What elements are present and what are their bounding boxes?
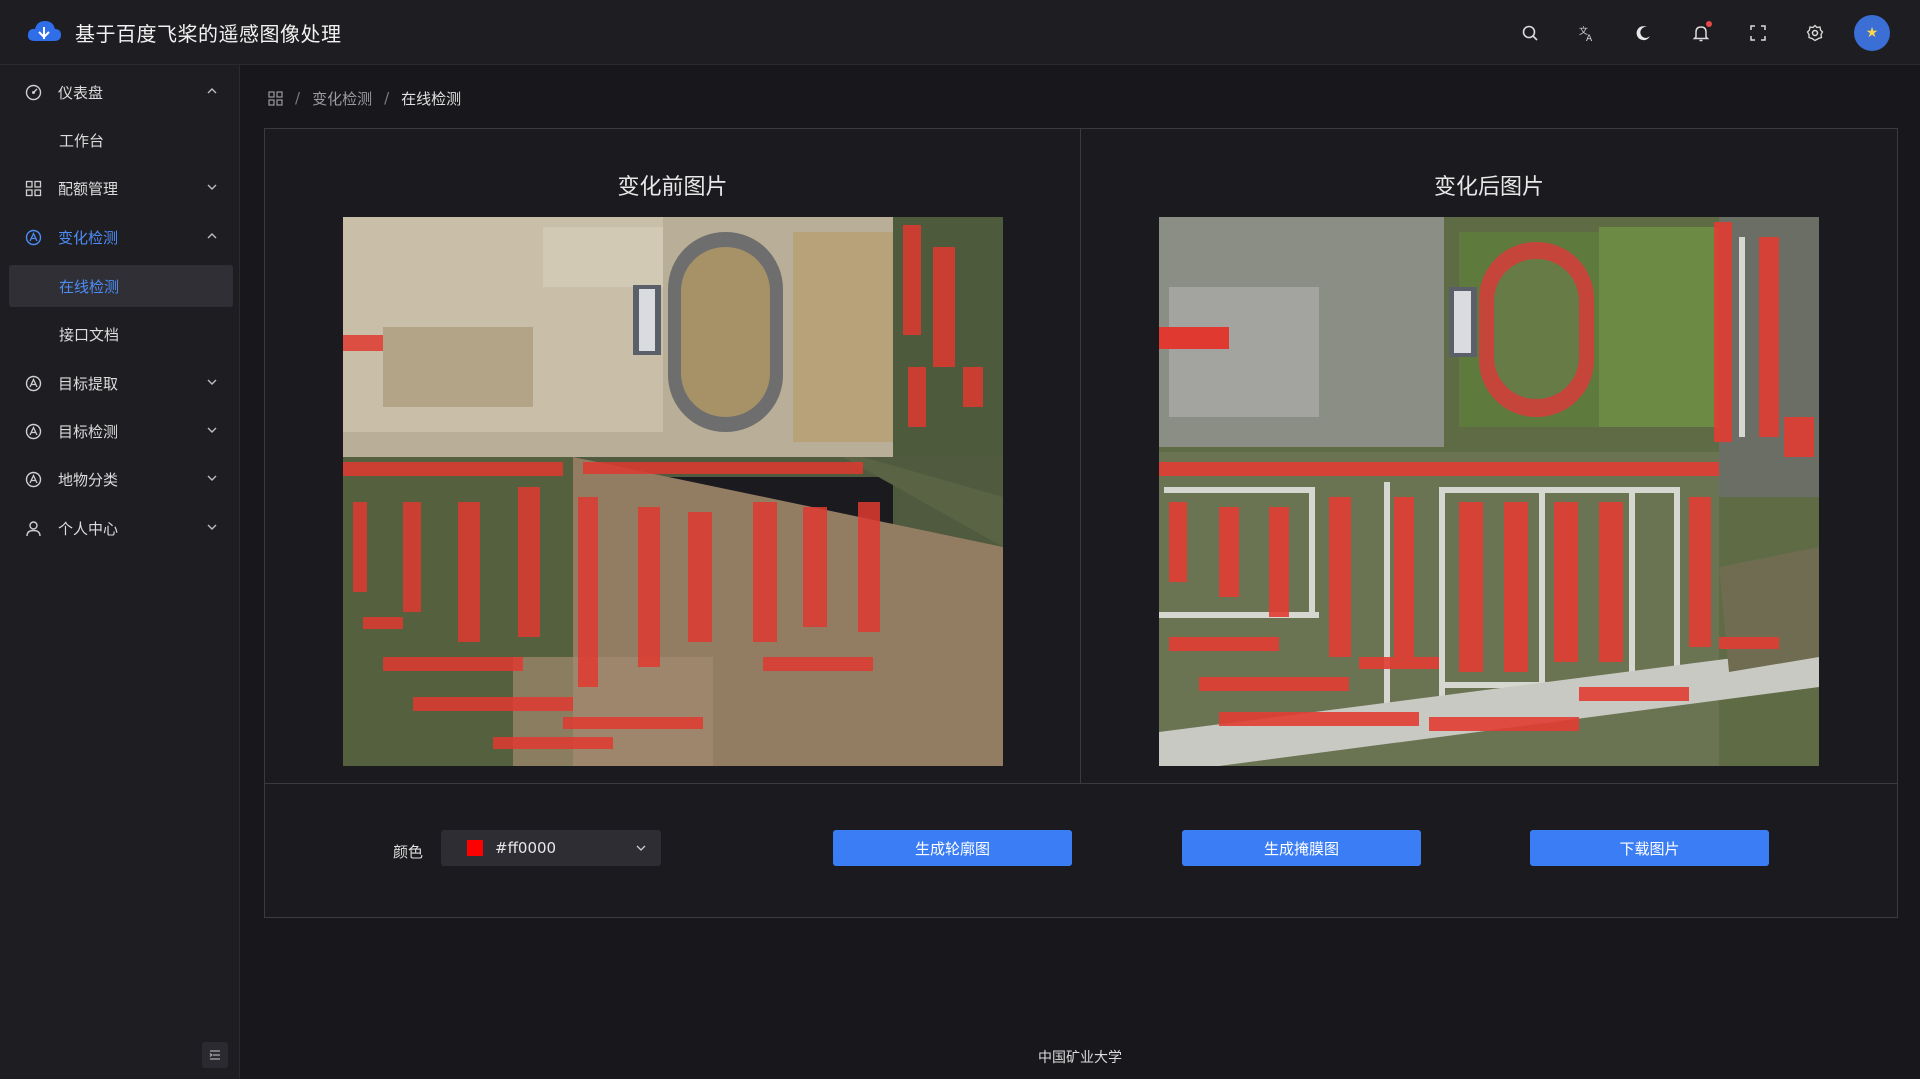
sidebar-item-label: 仪表盘 <box>58 83 104 102</box>
notification-badge <box>1706 20 1712 27</box>
sidebar-item-change-detection[interactable]: 变化检测 <box>9 216 233 258</box>
breadcrumb-item-current: 在线检测 <box>401 89 462 108</box>
header-toolbar: 文A ★ <box>1491 0 1890 65</box>
sidebar-item-label: 工作台 <box>59 131 105 150</box>
target-extract-icon <box>23 373 43 393</box>
controls-bar: 颜色 #ff0000 生成轮廓图 生成掩膜图 下载图片 <box>265 783 1897 917</box>
notification-button[interactable] <box>1683 15 1719 51</box>
chevron-down-icon <box>207 379 217 385</box>
sidebar-item-workbench[interactable]: 工作台 <box>9 119 233 161</box>
cloud-logo-icon <box>27 21 61 41</box>
color-picker-select[interactable]: #ff0000 <box>441 830 661 866</box>
chevron-down-icon <box>636 845 646 851</box>
color-value: #ff0000 <box>495 839 557 857</box>
fullscreen-button[interactable] <box>1740 15 1776 51</box>
sidebar-item-label: 接口文档 <box>59 325 120 344</box>
after-aerial-image <box>1159 217 1819 766</box>
before-image-title: 变化前图片 <box>617 175 728 200</box>
chevron-down-icon <box>207 184 217 190</box>
breadcrumb: / 变化检测 / 在线检测 <box>268 86 461 110</box>
after-image-title: 变化后图片 <box>1433 175 1544 200</box>
sidebar-item-label: 配额管理 <box>58 179 119 198</box>
dark-mode-icon <box>1636 25 1650 40</box>
chevron-down-icon <box>207 427 217 433</box>
target-detect-icon <box>23 421 43 441</box>
download-image-button[interactable]: 下载图片 <box>1530 830 1769 866</box>
top-header: 基于百度飞桨的遥感图像处理 文A ★ <box>0 0 1920 65</box>
star-icon: ★ <box>1865 24 1879 41</box>
sidebar-item-land-classification[interactable]: 地物分类 <box>9 458 233 500</box>
sidebar-item-label: 目标检测 <box>58 422 119 441</box>
app-title: 基于百度飞桨的遥感图像处理 <box>75 21 342 46</box>
settings-icon <box>1806 24 1824 41</box>
footer-text: 中国矿业大学 <box>1038 1050 1122 1066</box>
breadcrumb-separator: / <box>384 89 390 107</box>
home-grid-icon[interactable] <box>268 90 283 106</box>
language-button[interactable]: 文A <box>1569 15 1605 51</box>
sidebar-item-target-extraction[interactable]: 目标提取 <box>9 362 233 404</box>
sidebar-item-label: 变化检测 <box>58 228 119 247</box>
search-icon <box>1522 25 1538 41</box>
breadcrumb-item[interactable]: 变化检测 <box>312 88 372 109</box>
svg-text:A: A <box>1586 34 1593 42</box>
user-avatar[interactable]: ★ <box>1854 14 1890 51</box>
after-image-panel: 变化后图片 <box>1081 129 1897 783</box>
sidebar-item-label: 目标提取 <box>58 374 119 393</box>
sidebar-collapse-button[interactable] <box>202 1042 228 1068</box>
change-detect-icon <box>23 227 43 247</box>
detection-panel: 变化前图片 变化后图片 颜色 #ff0000 生成轮廓图 生成掩膜图 下载图片 <box>264 128 1898 918</box>
search-button[interactable] <box>1512 15 1548 51</box>
chevron-up-icon <box>207 88 217 94</box>
color-swatch <box>467 840 483 856</box>
sidebar-item-quota[interactable]: 配额管理 <box>9 167 233 209</box>
chevron-down-icon <box>207 524 217 530</box>
sidebar-item-label: 个人中心 <box>58 519 119 538</box>
sidebar-item-label: 地物分类 <box>58 470 119 489</box>
fullscreen-icon <box>1750 24 1766 41</box>
generate-mask-button[interactable]: 生成掩膜图 <box>1182 830 1421 866</box>
translate-icon: 文A <box>1579 25 1593 42</box>
sidebar-item-personal-center[interactable]: 个人中心 <box>9 507 233 549</box>
chevron-down-icon <box>207 475 217 481</box>
sidebar-item-api-docs[interactable]: 接口文档 <box>9 313 233 355</box>
sidebar-item-label: 在线检测 <box>59 277 120 296</box>
settings-button[interactable] <box>1797 15 1833 51</box>
sidebar-item-online-detection[interactable]: 在线检测 <box>9 265 233 307</box>
sidebar-item-dashboard[interactable]: 仪表盘 <box>9 71 233 113</box>
dashboard-icon <box>23 82 43 102</box>
color-label: 颜色 <box>393 843 424 861</box>
logo: 基于百度飞桨的遥感图像处理 <box>25 17 342 47</box>
sidebar-item-target-detection[interactable]: 目标检测 <box>9 410 233 452</box>
before-image-panel: 变化前图片 <box>265 129 1081 783</box>
menu-fold-icon <box>209 1050 220 1060</box>
chevron-up-icon <box>207 233 217 239</box>
classify-icon <box>23 469 43 489</box>
generate-contour-button[interactable]: 生成轮廓图 <box>833 830 1072 866</box>
before-aerial-image <box>343 217 1003 766</box>
breadcrumb-separator: / <box>295 89 301 107</box>
theme-toggle-button[interactable] <box>1626 15 1662 51</box>
grid-icon <box>23 178 43 198</box>
sidebar: 仪表盘 工作台 配额管理 变化检测 在线检测 接口文档 目标提取 目标检测 地物… <box>0 65 240 1079</box>
user-icon <box>23 518 43 538</box>
